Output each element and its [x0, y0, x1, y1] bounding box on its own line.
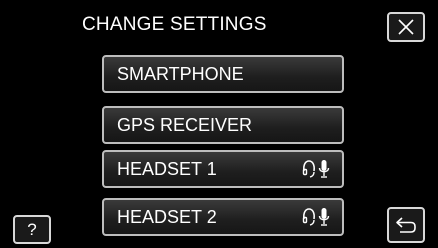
help-label: ? [27, 219, 37, 239]
return-arrow-icon [396, 217, 416, 233]
headset-1-button[interactable]: HEADSET 1 [102, 150, 344, 188]
gps-receiver-button[interactable]: GPS RECEIVER [102, 106, 344, 144]
close-icon [398, 19, 414, 35]
headset-2-button[interactable]: HEADSET 2 [102, 198, 344, 236]
menu-item-label: HEADSET 1 [117, 158, 217, 179]
close-button[interactable] [387, 12, 425, 42]
page-title: CHANGE SETTINGS [82, 14, 267, 35]
help-button[interactable]: ? [13, 215, 51, 244]
smartphone-button[interactable]: SMARTPHONE [102, 55, 344, 93]
back-button[interactable] [387, 207, 425, 243]
headphone-icon [302, 160, 315, 178]
headphone-icon [302, 208, 315, 226]
menu-item-label: SMARTPHONE [117, 63, 244, 84]
microphone-icon [318, 160, 330, 178]
menu-item-label: GPS RECEIVER [117, 114, 253, 135]
microphone-icon [318, 208, 330, 226]
menu-item-label: HEADSET 2 [117, 206, 217, 227]
